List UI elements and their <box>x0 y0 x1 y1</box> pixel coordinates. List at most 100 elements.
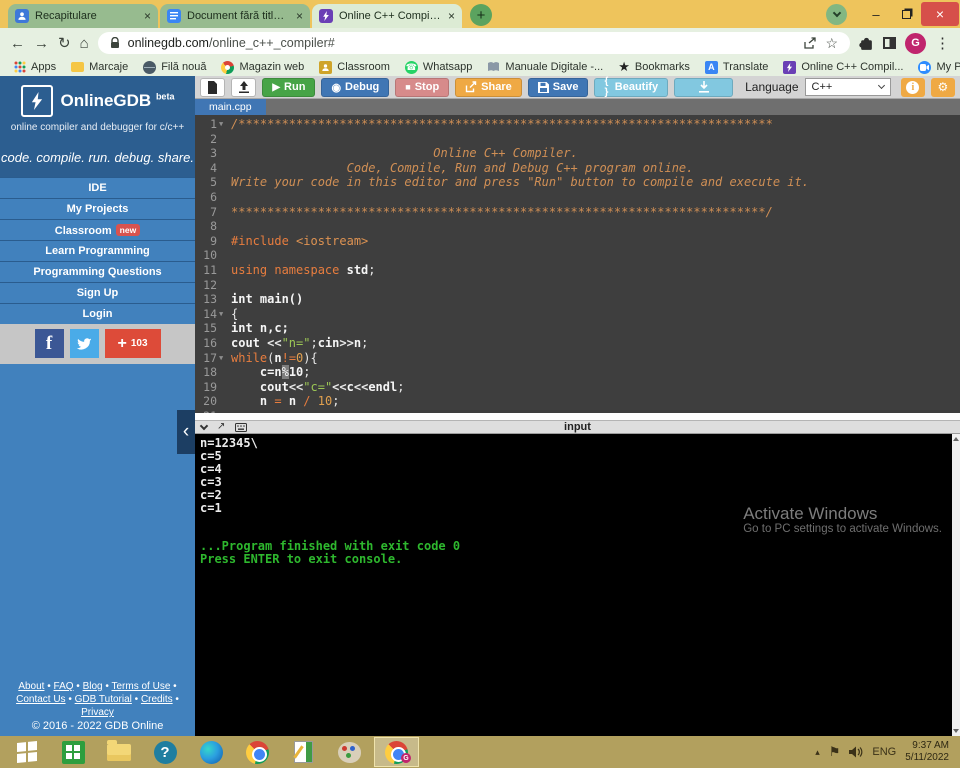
taskbar-help[interactable]: ? <box>142 736 188 768</box>
browser-tab[interactable]: Online C++ Compiler - online ed× <box>312 4 462 28</box>
gplus-share-button[interactable]: + 103 <box>105 329 161 358</box>
console-scrollbar[interactable] <box>952 434 960 736</box>
sidebar-item-my-projects[interactable]: My Projects <box>0 198 195 219</box>
fold-arrow-icon[interactable]: ▼ <box>217 117 228 132</box>
close-button[interactable]: × <box>921 2 959 26</box>
extensions-icon[interactable] <box>859 36 874 51</box>
footer-link[interactable]: Credits <box>141 694 173 705</box>
code-line[interactable]: 12 <box>195 278 960 293</box>
share-button[interactable]: Share <box>455 78 522 97</box>
code-line[interactable]: 4 Code, Compile, Run and Debug C++ progr… <box>195 161 960 176</box>
bookmark-star-icon[interactable]: ☆ <box>825 35 838 52</box>
code-line[interactable]: 10 <box>195 248 960 263</box>
share-icon[interactable] <box>803 37 817 50</box>
footer-link[interactable]: Terms of Use <box>112 681 171 692</box>
taskbar-paint[interactable] <box>326 736 372 768</box>
tab-close-icon[interactable]: × <box>296 9 303 23</box>
address-bar[interactable]: onlinegdb.com/online_c++_compiler# ☆ <box>98 32 850 54</box>
sidebar-item-programming-questions[interactable]: Programming Questions <box>0 261 195 282</box>
code-line[interactable]: 1▼/*************************************… <box>195 117 960 132</box>
debug-button[interactable]: ◉Debug <box>321 78 389 97</box>
taskbar-explorer[interactable] <box>96 736 142 768</box>
sidebar-item-login[interactable]: Login <box>0 303 195 324</box>
code-line[interactable]: 11using namespace std; <box>195 263 960 278</box>
tab-close-icon[interactable]: × <box>448 9 455 23</box>
sidebar-item-learn-programming[interactable]: Learn Programming <box>0 240 195 261</box>
code-line[interactable]: 20 n = n / 10; <box>195 394 960 409</box>
bookmark-item[interactable]: Apps <box>14 61 56 73</box>
file-tab-maincpp[interactable]: main.cpp <box>195 99 266 115</box>
bookmark-item[interactable]: Manuale Digitale -... <box>487 61 603 73</box>
sidebar-item-sign-up[interactable]: Sign Up <box>0 282 195 303</box>
fold-arrow-icon[interactable]: ▼ <box>217 351 228 366</box>
bookmark-item[interactable]: My Profile - Zoom <box>918 61 960 74</box>
profile-avatar[interactable]: G <box>905 33 926 54</box>
sidebar-item-classroom[interactable]: Classroomnew <box>0 219 195 240</box>
start-button[interactable] <box>4 736 50 768</box>
code-line[interactable]: 14▼{ <box>195 307 960 322</box>
sidebar-item-ide[interactable]: IDE <box>0 177 195 198</box>
save-button[interactable]: Save <box>528 78 589 97</box>
taskbar-store[interactable] <box>50 736 96 768</box>
code-line[interactable]: 13int main() <box>195 292 960 307</box>
bookmark-item[interactable]: Online C++ Compil... <box>783 61 903 74</box>
action-center-flag-icon[interactable]: ⚑ <box>829 744 841 760</box>
footer-link[interactable]: About <box>18 681 44 692</box>
footer-link[interactable]: Blog <box>83 681 103 692</box>
new-tab-button[interactable]: + <box>470 4 492 26</box>
scroll-down-icon[interactable] <box>953 729 959 733</box>
browser-tab[interactable]: Recapitulare× <box>8 4 158 28</box>
code-line[interactable]: 9#include <iostream> <box>195 234 960 249</box>
taskbar-journal[interactable] <box>280 736 326 768</box>
home-button[interactable]: ⌂ <box>80 35 89 52</box>
footer-link[interactable]: FAQ <box>54 681 74 692</box>
side-panel-icon[interactable] <box>883 37 896 49</box>
code-line[interactable]: 17▼while(n!=0){ <box>195 351 960 366</box>
download-button[interactable] <box>674 78 733 97</box>
tab-search-button[interactable] <box>826 4 847 25</box>
footer-link[interactable]: Contact Us <box>16 694 65 705</box>
footer-link[interactable]: Privacy <box>81 707 114 718</box>
code-line[interactable]: 2 <box>195 132 960 147</box>
stop-button[interactable]: ■Stop <box>395 78 449 97</box>
bookmark-item[interactable]: Filă nouă <box>143 61 206 74</box>
code-line[interactable]: 5Write your code in this editor and pres… <box>195 175 960 190</box>
code-editor[interactable]: 1▼/*************************************… <box>195 115 960 413</box>
code-line[interactable]: 6 <box>195 190 960 205</box>
beautify-button[interactable]: { }Beautify <box>594 78 668 97</box>
settings-button[interactable]: ⚙ <box>931 78 955 97</box>
tab-close-icon[interactable]: × <box>144 9 151 23</box>
bookmark-item[interactable]: ★Bookmarks <box>618 59 690 75</box>
new-file-button[interactable] <box>200 78 225 97</box>
tray-chevron-icon[interactable]: ▴ <box>815 747 820 758</box>
info-button[interactable]: i <box>901 78 925 97</box>
console-output[interactable]: n=12345\c=5c=4c=3c=2c=1 ...Program finis… <box>195 434 960 736</box>
run-button[interactable]: ▶Run <box>262 78 315 97</box>
taskbar-chrome[interactable] <box>234 736 280 768</box>
code-line[interactable]: 19 cout<<"c="<<c<<endl; <box>195 380 960 395</box>
reload-button[interactable]: ↻ <box>58 34 71 52</box>
bookmark-item[interactable]: Classroom <box>319 61 390 74</box>
input-language[interactable]: ENG <box>872 746 896 758</box>
editor-console-divider[interactable] <box>195 413 960 420</box>
code-line[interactable]: 18 c=n%10; <box>195 365 960 380</box>
taskbar-clock[interactable]: 9:37 AM 5/11/2022 <box>905 740 949 764</box>
back-button[interactable]: ← <box>10 35 25 52</box>
language-select[interactable]: C++ <box>805 78 891 96</box>
forward-button[interactable]: → <box>34 35 49 52</box>
scroll-up-icon[interactable] <box>953 437 959 441</box>
facebook-button[interactable]: f <box>35 329 64 358</box>
taskbar-chrome-active[interactable]: G <box>374 737 419 767</box>
twitter-button[interactable] <box>70 329 99 358</box>
bookmark-item[interactable]: ATranslate <box>705 61 768 74</box>
code-line[interactable]: 16cout <<"n=";cin>>n; <box>195 336 960 351</box>
code-line[interactable]: 15int n,c; <box>195 321 960 336</box>
upload-button[interactable] <box>231 78 256 97</box>
code-line[interactable]: 7***************************************… <box>195 205 960 220</box>
restore-button[interactable] <box>891 2 921 26</box>
minimize-button[interactable]: – <box>861 2 891 26</box>
sidebar-collapse-handle[interactable]: ‹ <box>177 410 195 454</box>
speaker-icon[interactable] <box>849 746 863 758</box>
taskbar-edge[interactable] <box>188 736 234 768</box>
browser-tab[interactable]: Document fără titlu - Documente× <box>160 4 310 28</box>
